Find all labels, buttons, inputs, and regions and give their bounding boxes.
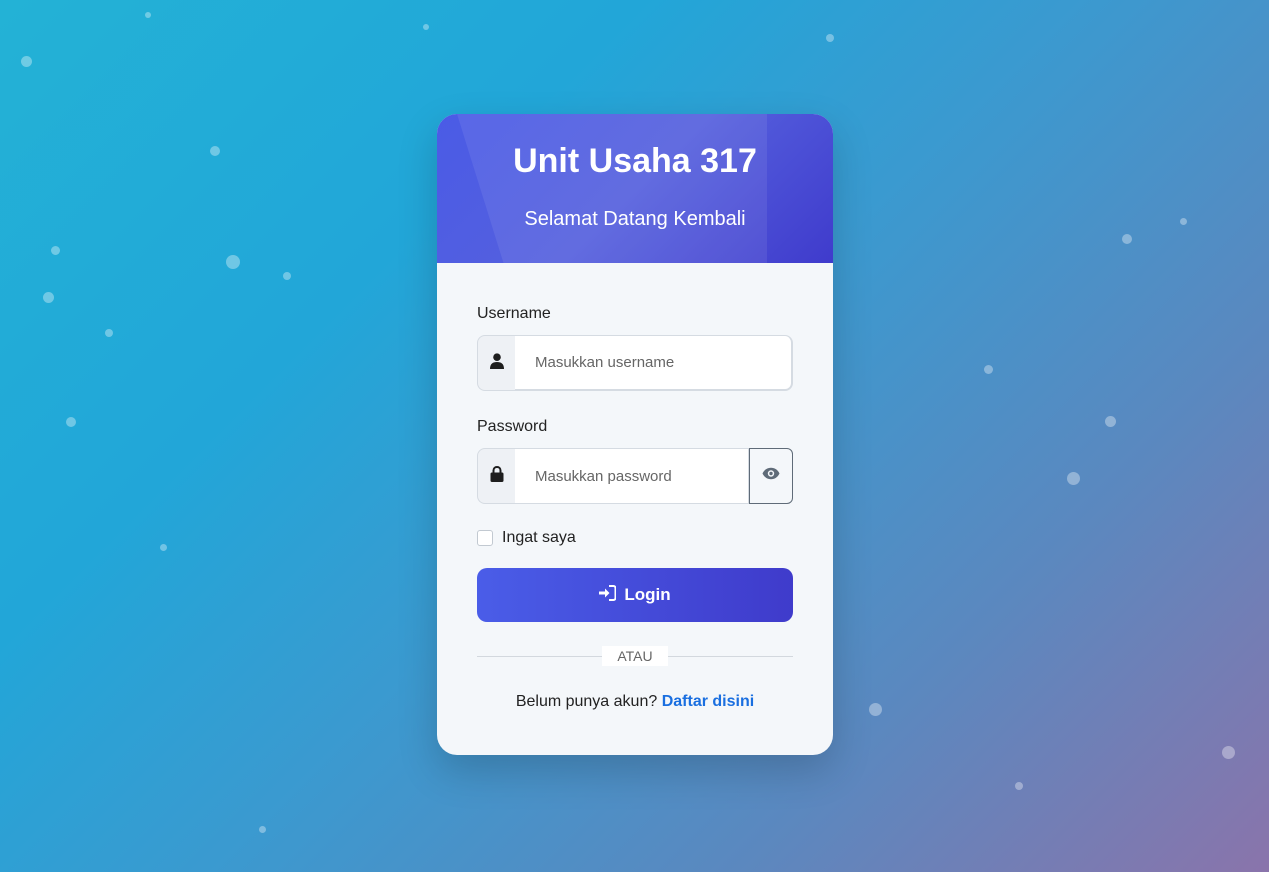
particle-dot: [226, 255, 240, 269]
login-button-label: Login: [624, 585, 671, 604]
particle-dot: [160, 544, 167, 551]
particle-dot: [1105, 416, 1116, 427]
particle-dot: [66, 417, 76, 427]
username-addon: [477, 335, 515, 391]
particle-dot: [21, 56, 32, 67]
particle-dot: [43, 292, 54, 303]
header-shine: [457, 114, 767, 263]
particle-dot: [259, 826, 266, 833]
register-link[interactable]: Daftar disini: [662, 693, 754, 710]
particle-dot: [105, 329, 113, 337]
toggle-password-button[interactable]: [749, 448, 793, 504]
username-group: [477, 335, 793, 391]
particle-dot: [869, 703, 882, 716]
particle-dot: [283, 272, 291, 280]
login-card: Unit Usaha 317 Selamat Datang Kembali Us…: [437, 114, 833, 755]
particle-dot: [210, 146, 220, 156]
welcome-subtitle: Selamat Datang Kembali: [524, 208, 746, 230]
password-addon: [477, 448, 515, 504]
card-header: Unit Usaha 317 Selamat Datang Kembali: [437, 114, 833, 263]
particle-dot: [51, 246, 60, 255]
register-row: Belum punya akun? Daftar disini: [437, 693, 833, 711]
app-title: Unit Usaha 317: [513, 142, 757, 180]
password-label: Password: [477, 418, 548, 435]
login-button[interactable]: Login: [477, 568, 793, 622]
password-group: [477, 448, 793, 504]
sign-in-icon: [599, 584, 624, 606]
particle-dot: [826, 34, 834, 42]
eye-icon: [762, 467, 780, 485]
particle-dot: [984, 365, 993, 374]
particle-dot: [145, 12, 151, 18]
particle-dot: [423, 24, 429, 30]
remember-row: Ingat saya: [477, 529, 576, 547]
particle-dot: [1015, 782, 1023, 790]
username-label: Username: [477, 305, 551, 322]
remember-label[interactable]: Ingat saya: [502, 529, 576, 547]
particle-dot: [1067, 472, 1080, 485]
user-icon: [489, 352, 504, 374]
password-input[interactable]: [515, 448, 749, 504]
particle-dot: [1122, 234, 1132, 244]
lock-icon: [490, 465, 504, 487]
particle-dot: [1222, 746, 1235, 759]
divider-text: ATAU: [602, 646, 668, 666]
register-prompt: Belum punya akun?: [515, 693, 658, 710]
particle-dot: [1180, 218, 1187, 225]
remember-checkbox[interactable]: [477, 530, 493, 546]
username-input[interactable]: [515, 335, 793, 391]
